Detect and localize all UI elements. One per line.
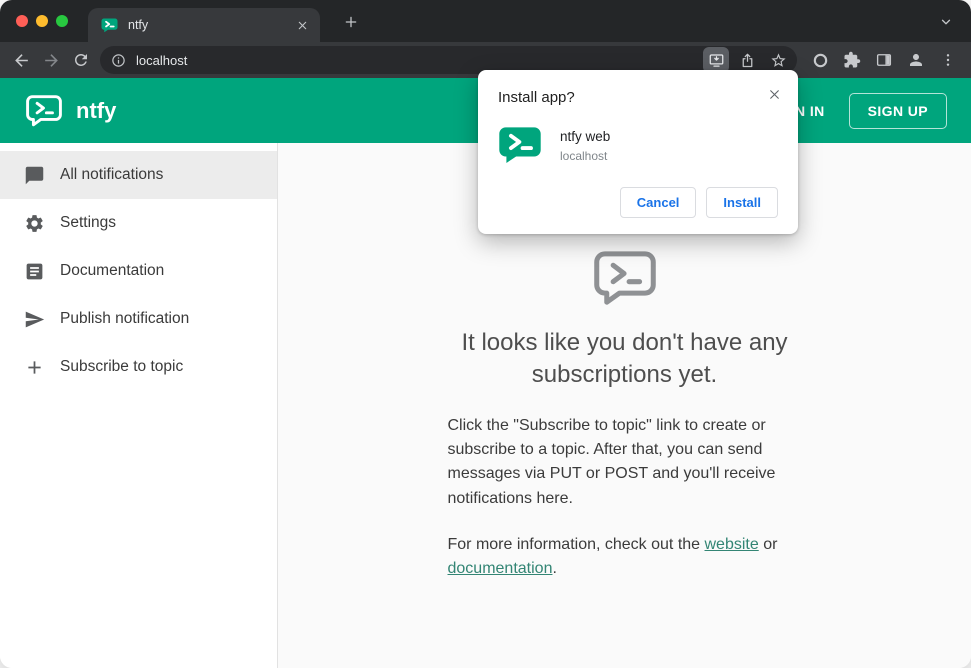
browser-menu-button[interactable] [933, 45, 963, 75]
app-name: ntfy web [560, 129, 611, 144]
dialog-actions: Cancel Install [498, 187, 778, 218]
sidebar: All notifications Settings Documentation… [0, 143, 278, 668]
dialog-close-icon[interactable] [762, 82, 786, 106]
empty-state-heading: It looks like you don't have any subscrip… [410, 327, 840, 392]
heading-line-2: subscriptions yet. [531, 361, 718, 389]
back-arrow-icon [14, 53, 28, 67]
article-icon [22, 261, 46, 282]
tab-strip: ntfy [0, 0, 971, 42]
more-info-after: . [552, 560, 557, 578]
extensions-menu-button[interactable] [837, 45, 867, 75]
send-icon [22, 309, 46, 330]
heading-line-1: It looks like you don't have any [461, 329, 788, 356]
sidebar-item-label: All notifications [60, 166, 164, 183]
tab-list-chevron-icon[interactable] [935, 11, 957, 33]
toolbar-extensions-area [805, 45, 965, 75]
documentation-link[interactable]: documentation [448, 560, 553, 577]
sidebar-item-label: Settings [60, 214, 117, 231]
sidebar-item-label: Publish notification [60, 310, 190, 327]
more-info-paragraph: For more information, check out the webs… [448, 533, 802, 582]
sidebar-item-publish-notification[interactable]: Publish notification [0, 295, 277, 343]
share-icon [742, 53, 752, 67]
ntfy-favicon-icon [101, 18, 118, 33]
empty-state-body: Click the "Subscribe to topic" link to c… [447, 416, 776, 507]
ntfy-app-icon [498, 126, 542, 165]
plus-icon [345, 16, 357, 28]
plus-icon [22, 357, 46, 378]
browser-tab-ntfy[interactable]: ntfy [88, 8, 320, 42]
reload-button[interactable] [66, 45, 96, 75]
browser-window: ntfy localhost ntfy IN SIGN UP All notif… [0, 0, 971, 668]
window-minimize-button[interactable] [36, 15, 48, 27]
reload-icon [75, 54, 87, 66]
tab-close-icon[interactable] [292, 15, 312, 35]
install-app-icon [709, 53, 723, 67]
new-tab-button[interactable] [340, 11, 362, 33]
more-info-between: or [758, 536, 778, 554]
profile-avatar-icon [910, 54, 922, 66]
install-button[interactable]: Install [706, 187, 778, 218]
dialog-app-meta: ntfy web localhost [560, 126, 610, 163]
extensions-puzzle-icon [844, 51, 861, 68]
sidebar-item-settings[interactable]: Settings [0, 199, 277, 247]
website-link[interactable]: website [705, 536, 759, 553]
cancel-button[interactable]: Cancel [619, 187, 697, 218]
sign-up-button[interactable]: SIGN UP [848, 92, 947, 129]
bookmark-star-icon [770, 52, 786, 67]
back-button[interactable] [6, 45, 36, 75]
app-title: ntfy [76, 97, 117, 123]
menu-dots-icon [946, 54, 950, 66]
window-close-button[interactable] [16, 15, 28, 27]
app-origin: localhost [560, 149, 608, 163]
sidebar-item-label: Documentation [60, 262, 165, 279]
extension-button[interactable] [805, 45, 835, 75]
site-info-icon[interactable] [111, 53, 126, 68]
sidebar-item-all-notifications[interactable]: All notifications [0, 151, 277, 199]
side-panel-icon [876, 54, 892, 66]
chat-icon [22, 165, 46, 186]
install-app-dialog: Install app? ntfy web localhost Cancel I… [478, 70, 798, 234]
window-controls [16, 0, 68, 42]
tab-title: ntfy [128, 18, 149, 32]
ntfy-empty-state-icon [593, 251, 656, 306]
dialog-title: Install app? [498, 89, 575, 106]
side-panel-button[interactable] [869, 45, 899, 75]
sidebar-item-label: Subscribe to topic [60, 358, 184, 375]
forward-button[interactable] [36, 45, 66, 75]
url-text[interactable]: localhost [136, 53, 187, 68]
profile-button[interactable] [901, 45, 931, 75]
ntfy-logo-icon [26, 94, 62, 127]
sidebar-item-subscribe-to-topic[interactable]: Subscribe to topic [0, 343, 277, 391]
gear-icon [22, 213, 46, 234]
sidebar-item-documentation[interactable]: Documentation [0, 247, 277, 295]
more-info-before: For more information, check out the [447, 536, 705, 554]
extension-ring-icon [813, 53, 827, 67]
forward-arrow-icon [44, 53, 58, 67]
window-zoom-button[interactable] [56, 15, 68, 27]
dialog-app-row: ntfy web localhost [498, 126, 778, 165]
